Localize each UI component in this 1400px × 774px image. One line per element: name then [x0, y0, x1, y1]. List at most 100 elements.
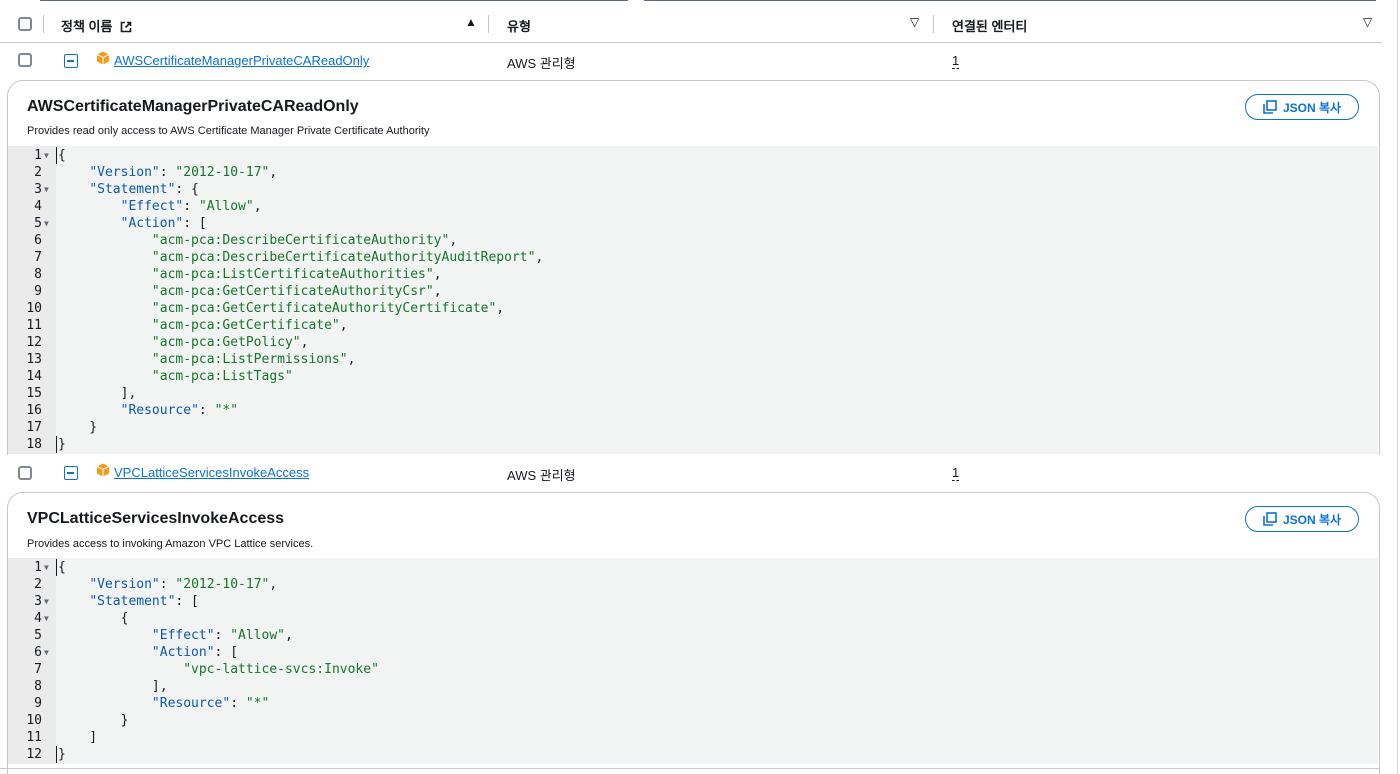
top-border — [644, 0, 1376, 1]
code-text: } — [58, 437, 66, 452]
fold-arrow-icon[interactable]: ▼ — [44, 181, 49, 198]
bracket-match-marker — [56, 436, 57, 453]
row-checkbox[interactable] — [18, 466, 32, 480]
code-text: "vpc-lattice-svcs:Invoke" — [183, 662, 379, 677]
top-border — [40, 0, 628, 1]
column-header-name[interactable]: 정책 이름 — [61, 16, 132, 35]
line-number: 17 — [26, 420, 42, 435]
code-text: ] — [58, 730, 98, 745]
fold-arrow-icon[interactable]: ▼ — [44, 644, 49, 661]
sort-none-icon[interactable]: ▽ — [1363, 15, 1372, 29]
copy-json-button[interactable]: JSON 복사 — [1245, 506, 1359, 532]
code-text: "Effect": "Allow", — [120, 199, 262, 214]
fold-arrow-icon[interactable]: ▼ — [44, 559, 49, 576]
table-bottom-border — [0, 768, 1380, 769]
panel-title: VPCLatticeServicesInvokeAccess — [27, 510, 285, 527]
line-number: 6 — [34, 645, 42, 660]
line-number: 10 — [26, 713, 42, 728]
policy-type: AWS 관리형 — [507, 56, 576, 71]
code-text: "Action": [ — [151, 645, 239, 660]
code-text: "acm-pca:ListPermissions", — [151, 352, 356, 367]
line-number: 13 — [26, 352, 42, 367]
policy-type: AWS 관리형 — [507, 468, 576, 483]
line-number: 6 — [34, 233, 42, 248]
sort-none-icon[interactable]: ▽ — [910, 15, 919, 29]
line-number: 12 — [26, 335, 42, 350]
line-number: 4 — [34, 611, 42, 626]
line-number: 7 — [34, 662, 42, 677]
json-code-editor[interactable]: 1 ▼{2 "Version": "2012-10-17", 3 ▼ "Stateme… — [8, 146, 1378, 454]
code-text: } — [58, 420, 98, 435]
column-header-entities[interactable]: 연결된 엔터티 — [952, 16, 1027, 35]
code-text: "Effect": "Allow", — [151, 628, 293, 643]
code-text: } — [58, 713, 129, 728]
copy-icon — [1263, 100, 1277, 114]
table-header: 정책 이름 ▲ 유형 ▽ 연결된 엔터티 ▽ — [0, 5, 1382, 43]
attached-entities-count[interactable]: 1 — [952, 466, 960, 481]
scroll-edge — [1397, 0, 1398, 774]
policy-name-link[interactable]: AWSCertificateManagerPrivateCAReadOnly — [114, 53, 369, 68]
line-number: 11 — [26, 730, 42, 745]
select-all-checkbox[interactable] — [18, 17, 32, 31]
line-number: 9 — [34, 284, 42, 299]
fold-arrow-icon[interactable]: ▼ — [44, 215, 49, 232]
column-separator — [933, 15, 934, 33]
code-text: ], — [58, 386, 137, 401]
code-text: "acm-pca:GetCertificate", — [151, 318, 348, 333]
external-link-icon[interactable] — [120, 21, 132, 33]
line-number: 11 — [26, 318, 42, 333]
column-header-type[interactable]: 유형 — [507, 16, 531, 35]
line-number: 15 — [26, 386, 42, 401]
line-number: 10 — [26, 301, 42, 316]
column-separator — [43, 15, 44, 33]
code-text: "Statement": { — [89, 182, 199, 197]
line-number: 12 — [26, 747, 42, 762]
line-number: 2 — [34, 165, 42, 180]
code-text: "Version": "2012-10-17", — [89, 577, 278, 592]
copy-json-button[interactable]: JSON 복사 — [1245, 94, 1359, 120]
sort-ascending-icon[interactable]: ▲ — [465, 15, 477, 29]
line-number: 8 — [34, 679, 42, 694]
panel-description: Provides read only access to AWS Certifi… — [27, 125, 430, 137]
managed-policy-icon — [96, 463, 110, 477]
code-text: { — [58, 611, 129, 626]
code-text: "acm-pca:GetCertificateAuthorityCertific… — [151, 301, 505, 316]
collapse-icon[interactable] — [64, 466, 78, 480]
table-row: AWSCertificateManagerPrivateCAReadOnly A… — [0, 43, 1382, 79]
fold-arrow-icon[interactable]: ▼ — [44, 610, 49, 627]
line-number: 4 — [34, 199, 42, 214]
line-number: 3 — [34, 594, 42, 609]
code-text: ], — [58, 679, 168, 694]
policy-name-link[interactable]: VPCLatticeServicesInvokeAccess — [114, 465, 309, 480]
json-code-editor[interactable]: 1 ▼{2 "Version": "2012-10-17", 3 ▼ "Stateme… — [8, 558, 1378, 764]
collapse-icon[interactable] — [64, 54, 78, 68]
code-text: "Resource": "*" — [151, 696, 270, 711]
line-number: 1 — [34, 560, 42, 575]
code-text: "acm-pca:ListTags" — [151, 369, 293, 384]
code-text: "Version": "2012-10-17", — [89, 165, 278, 180]
code-text: "Resource": "*" — [120, 403, 239, 418]
line-number: 5 — [34, 628, 42, 643]
code-text: "acm-pca:DescribeCertificateAuthority", — [151, 233, 458, 248]
line-number: 16 — [26, 403, 42, 418]
table-row: VPCLatticeServicesInvokeAccess AWS 관리형 1 — [0, 455, 1382, 491]
line-number: 9 — [34, 696, 42, 711]
code-text: "acm-pca:GetCertificateAuthorityCsr", — [151, 284, 442, 299]
line-number: 1 — [34, 148, 42, 163]
code-text: "acm-pca:ListCertificateAuthorities", — [151, 267, 442, 282]
copy-json-label: JSON 복사 — [1282, 512, 1342, 527]
copy-icon — [1263, 512, 1277, 526]
attached-entities-count[interactable]: 1 — [952, 54, 960, 69]
line-number: 5 — [34, 216, 42, 231]
code-text: "Action": [ — [120, 216, 207, 231]
row-checkbox[interactable] — [18, 53, 32, 67]
code-text: "acm-pca:DescribeCertificateAuthorityAud… — [151, 250, 544, 265]
line-number: 18 — [26, 437, 42, 452]
bracket-match-marker — [56, 147, 57, 164]
bracket-match-marker — [56, 559, 57, 576]
line-number: 14 — [26, 369, 42, 384]
line-number: 3 — [34, 182, 42, 197]
fold-arrow-icon[interactable]: ▼ — [44, 147, 49, 164]
line-number: 7 — [34, 250, 42, 265]
fold-arrow-icon[interactable]: ▼ — [44, 593, 49, 610]
